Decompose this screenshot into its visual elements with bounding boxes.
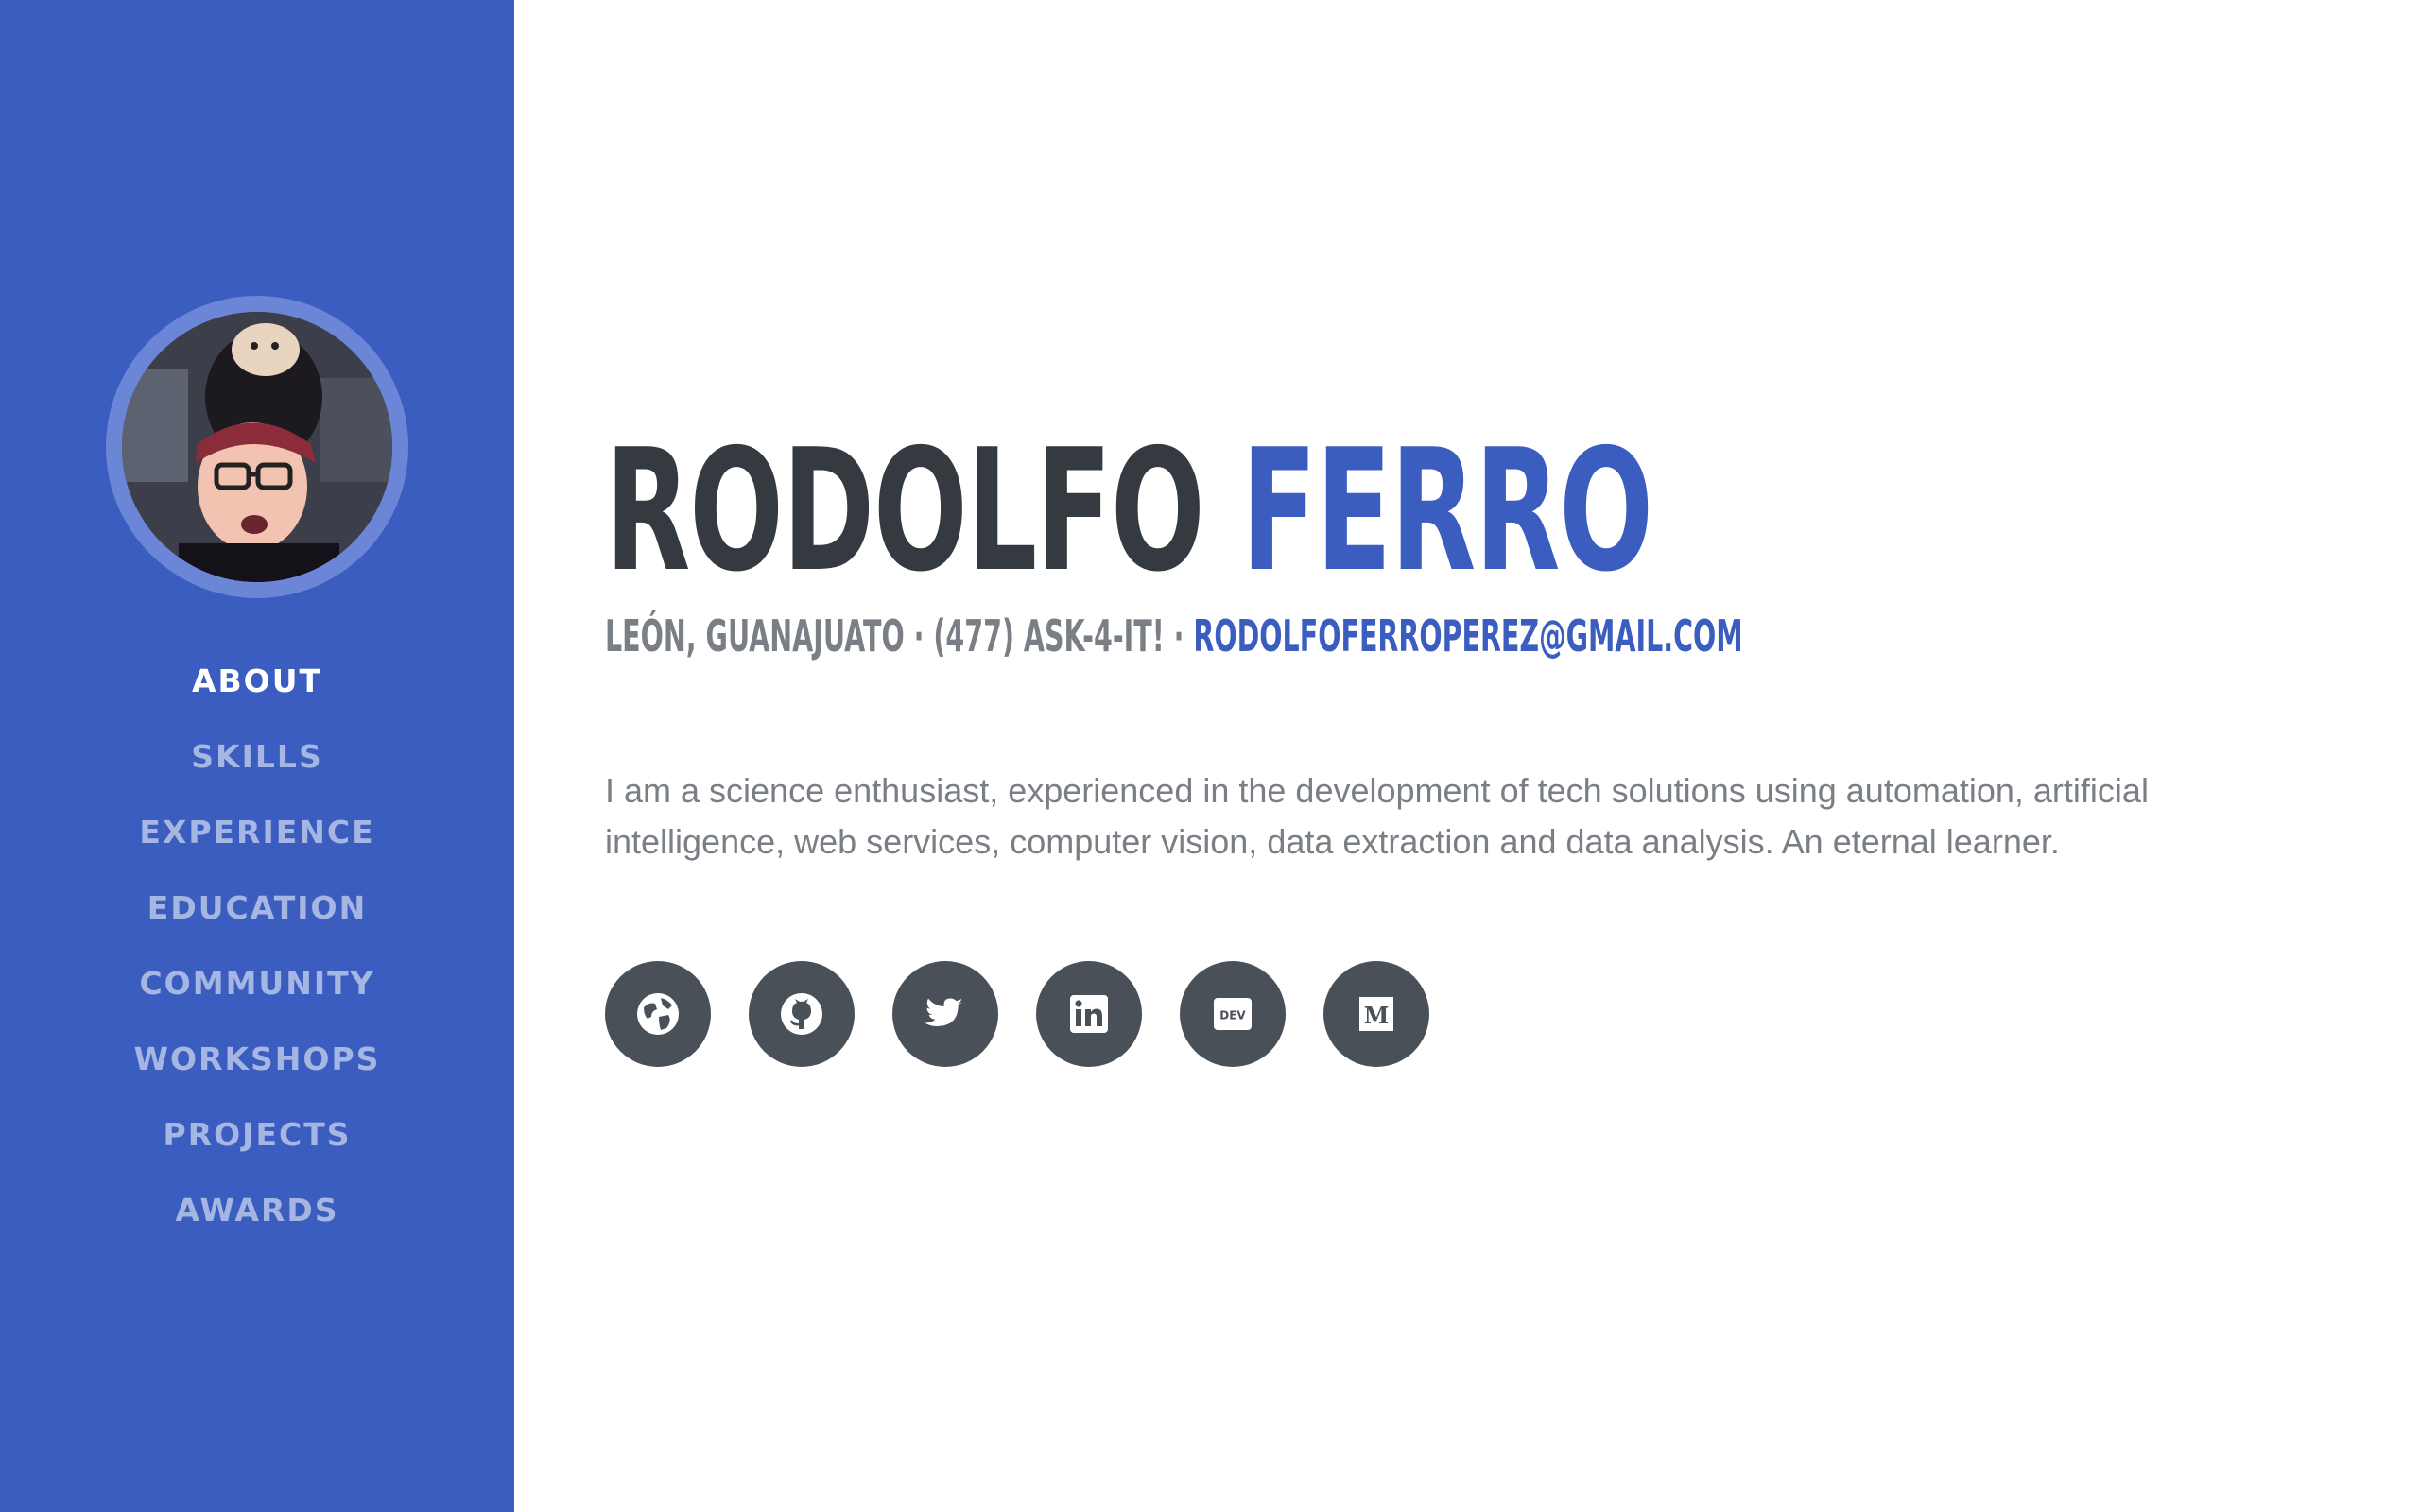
nav-item-workshops[interactable]: WORKSHOPS <box>0 1021 514 1096</box>
nav-item-experience[interactable]: EXPERIENCE <box>0 794 514 869</box>
email-link[interactable]: RODOLFOFERROPEREZ@GMAIL.COM <box>1193 610 1742 662</box>
github-link[interactable] <box>749 961 855 1067</box>
location-phone: LEÓN, GUANAJUATO · (477) ASK-4-IT! · <box>605 610 1194 662</box>
dev-icon: DEV <box>1214 998 1252 1030</box>
linkedin-icon <box>1070 995 1108 1033</box>
globe-icon <box>637 993 679 1035</box>
profile-photo <box>122 312 392 582</box>
linkedin-link[interactable] <box>1036 961 1142 1067</box>
profile-photo-frame <box>106 296 408 598</box>
nav-item-projects[interactable]: PROJECTS <box>0 1096 514 1172</box>
sidebar: ABOUT SKILLS EXPERIENCE EDUCATION COMMUN… <box>0 0 514 1512</box>
nav-item-community[interactable]: COMMUNITY <box>0 945 514 1021</box>
nav-item-skills[interactable]: SKILLS <box>0 718 514 794</box>
medium-icon: M <box>1359 997 1393 1031</box>
bio-text: I am a science enthusiast, experienced i… <box>605 771 2149 861</box>
contact-line: LEÓN, GUANAJUATO · (477) ASK-4-IT! · ROD… <box>605 614 1743 658</box>
profile-photo-illustration <box>122 312 392 582</box>
nav-item-education[interactable]: EDUCATION <box>0 869 514 945</box>
medium-icon-label: M <box>1364 1002 1390 1029</box>
dev-link[interactable]: DEV <box>1180 961 1286 1067</box>
nav-item-awards[interactable]: AWARDS <box>0 1172 514 1247</box>
medium-link[interactable]: M <box>1323 961 1429 1067</box>
last-name: FERRO <box>1241 413 1653 609</box>
page-title: RODOLFO FERRO <box>605 427 1653 595</box>
first-name: RODOLFO <box>605 413 1205 609</box>
twitter-link[interactable] <box>892 961 998 1067</box>
dev-icon-label: DEV <box>1219 1009 1246 1022</box>
github-icon <box>781 993 822 1035</box>
social-icons: DEV M <box>605 961 1429 1067</box>
nav-item-about[interactable]: ABOUT <box>0 643 514 718</box>
twitter-icon <box>925 998 963 1026</box>
sidebar-nav: ABOUT SKILLS EXPERIENCE EDUCATION COMMUN… <box>0 643 514 1247</box>
website-link[interactable] <box>605 961 711 1067</box>
about-section: RODOLFO FERRO LEÓN, GUANAJUATO · (477) A… <box>605 0 2420 1512</box>
